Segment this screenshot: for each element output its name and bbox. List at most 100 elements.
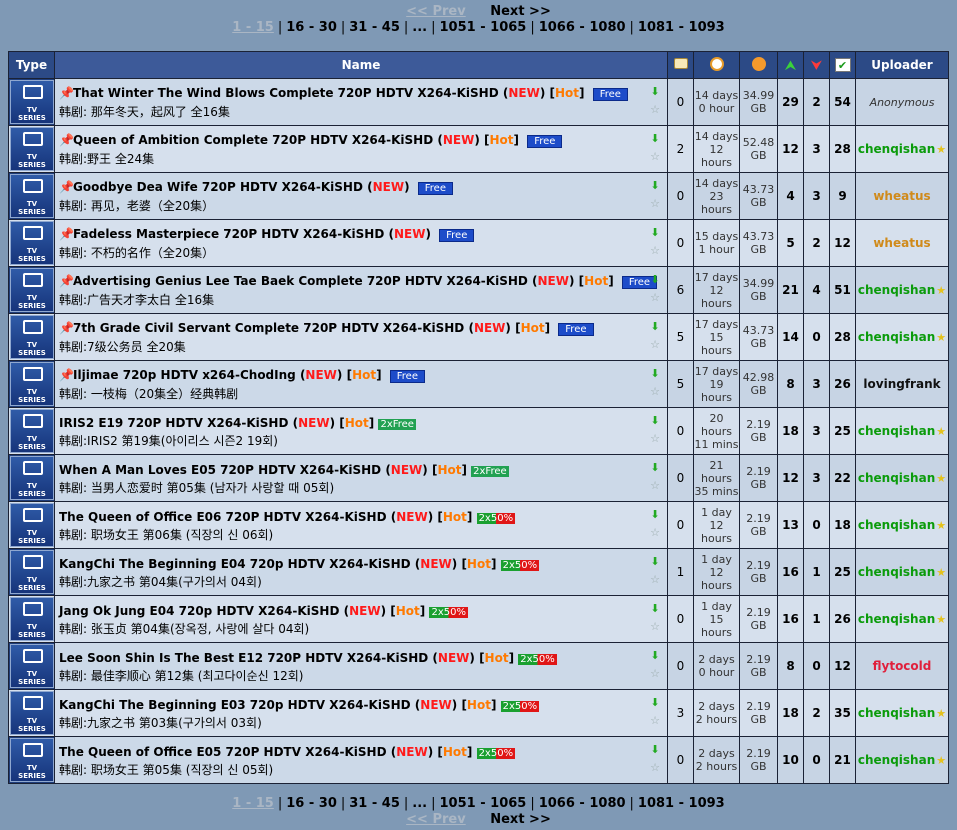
comments-count[interactable]: 0 bbox=[667, 642, 694, 690]
type-cell[interactable]: TV SERIES bbox=[8, 595, 55, 643]
uploader-name[interactable]: wheatus bbox=[873, 189, 930, 203]
type-cell[interactable]: TV SERIES bbox=[8, 266, 55, 314]
col-uploader[interactable]: Uploader bbox=[855, 51, 949, 79]
torrent-title-link[interactable]: Jang Ok Jung E04 720p HDTV X264-KiSHD bbox=[59, 604, 339, 618]
bookmark-star-icon[interactable]: ☆ bbox=[647, 195, 663, 213]
download-icon[interactable]: ⬇ bbox=[647, 694, 663, 712]
comments-count[interactable]: 6 bbox=[667, 266, 694, 314]
type-cell[interactable]: TV SERIES bbox=[8, 172, 55, 220]
torrent-title-link[interactable]: Lee Soon Shin Is The Best E12 720P HDTV … bbox=[59, 651, 428, 665]
leechers-count[interactable]: 2 bbox=[803, 78, 830, 126]
page-link[interactable]: 1066 - 1080 bbox=[539, 20, 626, 35]
tv-series-icon[interactable]: TV SERIES bbox=[10, 127, 54, 171]
uploader-name[interactable]: flytocold bbox=[873, 659, 932, 673]
page-link[interactable]: 16 - 30 bbox=[286, 796, 337, 811]
comments-count[interactable]: 0 bbox=[667, 501, 694, 549]
leechers-count[interactable]: 3 bbox=[803, 454, 830, 502]
comments-count[interactable]: 2 bbox=[667, 125, 694, 173]
page-link[interactable]: 1081 - 1093 bbox=[638, 796, 725, 811]
uploader-name[interactable]: chenqishan bbox=[858, 753, 935, 767]
seeders-count[interactable]: 29 bbox=[777, 78, 804, 126]
uploader-name[interactable]: chenqishan bbox=[858, 142, 935, 156]
col-completed[interactable]: ✔ bbox=[829, 51, 856, 79]
completed-count[interactable]: 9 bbox=[829, 172, 856, 220]
page-link[interactable]: 1051 - 1065 bbox=[440, 20, 527, 35]
leechers-count[interactable]: 4 bbox=[803, 266, 830, 314]
completed-count[interactable]: 51 bbox=[829, 266, 856, 314]
torrent-title-link[interactable]: 7th Grade Civil Servant Complete 720P HD… bbox=[73, 321, 464, 335]
leechers-count[interactable]: 0 bbox=[803, 501, 830, 549]
seeders-count[interactable]: 12 bbox=[777, 454, 804, 502]
page-link[interactable]: 1081 - 1093 bbox=[638, 20, 725, 35]
leechers-count[interactable]: 3 bbox=[803, 360, 830, 408]
tv-series-icon[interactable]: TV SERIES bbox=[10, 221, 54, 265]
bookmark-star-icon[interactable]: ☆ bbox=[647, 759, 663, 777]
leechers-count[interactable]: 0 bbox=[803, 313, 830, 361]
comments-count[interactable]: 5 bbox=[667, 313, 694, 361]
completed-count[interactable]: 21 bbox=[829, 736, 856, 784]
download-icon[interactable]: ⬇ bbox=[647, 318, 663, 336]
type-cell[interactable]: TV SERIES bbox=[8, 689, 55, 737]
leechers-count[interactable]: 1 bbox=[803, 595, 830, 643]
tv-series-icon[interactable]: TV SERIES bbox=[10, 409, 54, 453]
page-link[interactable]: 1066 - 1080 bbox=[539, 796, 626, 811]
comments-count[interactable]: 1 bbox=[667, 548, 694, 596]
seeders-count[interactable]: 14 bbox=[777, 313, 804, 361]
uploader-name[interactable]: chenqishan bbox=[858, 424, 935, 438]
leechers-count[interactable]: 3 bbox=[803, 407, 830, 455]
seeders-count[interactable]: 5 bbox=[777, 219, 804, 267]
col-leechers[interactable]: ⮟ bbox=[803, 51, 830, 79]
bookmark-star-icon[interactable]: ☆ bbox=[647, 618, 663, 636]
leechers-count[interactable]: 0 bbox=[803, 736, 830, 784]
uploader-name[interactable]: Anonymous bbox=[870, 96, 935, 109]
torrent-title-link[interactable]: Queen of Ambition Complete 720P HDTV X26… bbox=[73, 133, 433, 147]
tv-series-icon[interactable]: TV SERIES bbox=[10, 456, 54, 500]
type-cell[interactable]: TV SERIES bbox=[8, 219, 55, 267]
bookmark-star-icon[interactable]: ☆ bbox=[647, 101, 663, 119]
seeders-count[interactable]: 12 bbox=[777, 125, 804, 173]
leechers-count[interactable]: 3 bbox=[803, 125, 830, 173]
torrent-title-link[interactable]: When A Man Loves E05 720P HDTV X264-KiSH… bbox=[59, 463, 381, 477]
torrent-title-link[interactable]: That Winter The Wind Blows Complete 720P… bbox=[73, 86, 499, 100]
bookmark-star-icon[interactable]: ☆ bbox=[647, 477, 663, 495]
download-icon[interactable]: ⬇ bbox=[647, 365, 663, 383]
completed-count[interactable]: 12 bbox=[829, 642, 856, 690]
bookmark-star-icon[interactable]: ☆ bbox=[647, 524, 663, 542]
type-cell[interactable]: TV SERIES bbox=[8, 313, 55, 361]
tv-series-icon[interactable]: TV SERIES bbox=[10, 503, 54, 547]
download-icon[interactable]: ⬇ bbox=[647, 130, 663, 148]
completed-count[interactable]: 28 bbox=[829, 313, 856, 361]
bookmark-star-icon[interactable]: ☆ bbox=[647, 430, 663, 448]
seeders-count[interactable]: 16 bbox=[777, 595, 804, 643]
completed-count[interactable]: 26 bbox=[829, 595, 856, 643]
torrent-title-link[interactable]: KangChi The Beginning E04 720p HDTV X264… bbox=[59, 557, 411, 571]
type-cell[interactable]: TV SERIES bbox=[8, 642, 55, 690]
page-link[interactable]: 31 - 45 bbox=[349, 20, 400, 35]
uploader-name[interactable]: chenqishan bbox=[858, 612, 935, 626]
download-icon[interactable]: ⬇ bbox=[647, 271, 663, 289]
completed-count[interactable]: 28 bbox=[829, 125, 856, 173]
torrent-title-link[interactable]: Fadeless Masterpiece 720P HDTV X264-KiSH… bbox=[73, 227, 384, 241]
bookmark-star-icon[interactable]: ☆ bbox=[647, 148, 663, 166]
uploader-name[interactable]: chenqishan bbox=[858, 706, 935, 720]
download-icon[interactable]: ⬇ bbox=[647, 553, 663, 571]
torrent-title-link[interactable]: KangChi The Beginning E03 720p HDTV X264… bbox=[59, 698, 411, 712]
seeders-count[interactable]: 10 bbox=[777, 736, 804, 784]
download-icon[interactable]: ⬇ bbox=[647, 741, 663, 759]
seeders-count[interactable]: 18 bbox=[777, 407, 804, 455]
type-cell[interactable]: TV SERIES bbox=[8, 78, 55, 126]
uploader-name[interactable]: chenqishan bbox=[858, 565, 935, 579]
seeders-count[interactable]: 4 bbox=[777, 172, 804, 220]
bookmark-star-icon[interactable]: ☆ bbox=[647, 712, 663, 730]
completed-count[interactable]: 18 bbox=[829, 501, 856, 549]
page-link[interactable]: 31 - 45 bbox=[349, 796, 400, 811]
uploader-name[interactable]: chenqishan bbox=[858, 518, 935, 532]
leechers-count[interactable]: 1 bbox=[803, 548, 830, 596]
seeders-count[interactable]: 13 bbox=[777, 501, 804, 549]
torrent-title-link[interactable]: Advertising Genius Lee Tae Baek Complete… bbox=[73, 274, 528, 288]
download-icon[interactable]: ⬇ bbox=[647, 83, 663, 101]
tv-series-icon[interactable]: TV SERIES bbox=[10, 362, 54, 406]
bookmark-star-icon[interactable]: ☆ bbox=[647, 242, 663, 260]
completed-count[interactable]: 25 bbox=[829, 407, 856, 455]
col-comments[interactable] bbox=[667, 51, 694, 79]
